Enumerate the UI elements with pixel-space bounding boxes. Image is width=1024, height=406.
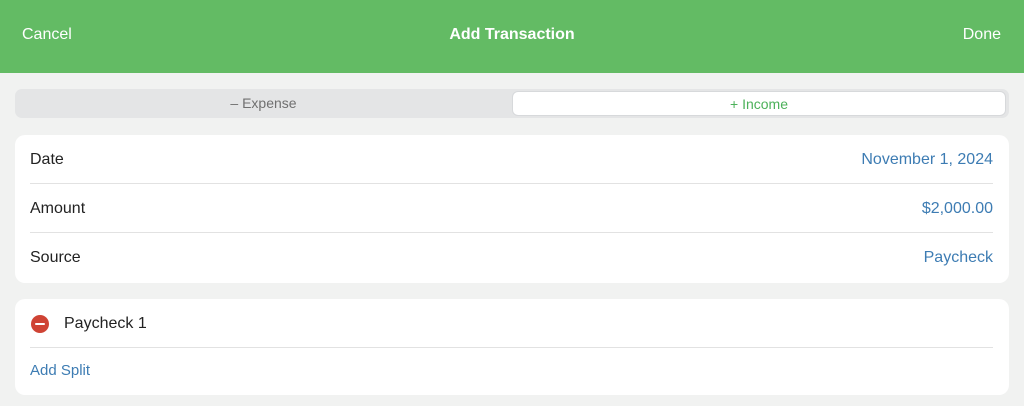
amount-label: Amount [30, 200, 86, 217]
amount-row[interactable]: Amount $2,000.00 [30, 184, 993, 233]
expense-segment[interactable]: – Expense [17, 91, 510, 116]
source-value[interactable]: Paycheck [924, 233, 993, 282]
source-row[interactable]: Source Paycheck [30, 233, 993, 282]
splits-card: Paycheck 1 Add Split [15, 299, 1009, 395]
date-value[interactable]: November 1, 2024 [861, 135, 993, 184]
date-row[interactable]: Date November 1, 2024 [30, 135, 993, 184]
transaction-type-selector: – Expense + Income [15, 89, 1009, 118]
done-button[interactable]: Done [963, 0, 1001, 70]
amount-value[interactable]: $2,000.00 [922, 184, 993, 233]
page-title: Add Transaction [449, 26, 575, 43]
transaction-details-card: Date November 1, 2024 Amount $2,000.00 S… [15, 135, 1009, 283]
add-split-button[interactable]: Add Split [30, 359, 90, 383]
split-row[interactable]: Paycheck 1 [30, 299, 993, 348]
date-label: Date [30, 151, 64, 168]
cancel-button[interactable]: Cancel [22, 0, 72, 70]
remove-circle-icon[interactable] [31, 315, 49, 333]
navigation-bar: Cancel Add Transaction Done [0, 0, 1024, 73]
split-name: Paycheck 1 [64, 315, 147, 332]
income-segment[interactable]: + Income [512, 91, 1006, 116]
source-label: Source [30, 249, 81, 266]
